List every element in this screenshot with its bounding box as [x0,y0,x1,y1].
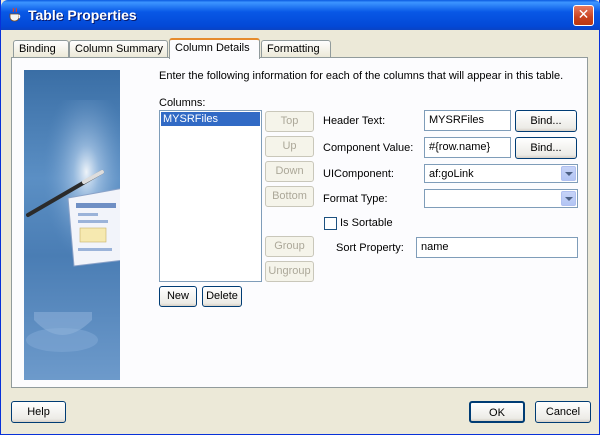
delete-button[interactable]: Delete [202,286,242,307]
cancel-button[interactable]: Cancel [535,401,591,423]
header-bind-button[interactable]: Bind... [515,110,577,132]
close-icon: ✕ [577,7,590,23]
tab-label: Column Summary [75,43,164,55]
ok-button[interactable]: OK [469,401,525,423]
format-type-label: Format Type: [323,193,388,205]
component-value-label: Component Value: [323,142,414,154]
window-title: Table Properties [28,7,137,23]
tab-column-summary[interactable]: Column Summary [69,40,168,57]
list-item[interactable]: MYSRFiles [161,112,260,126]
ui-component-select[interactable]: af:goLink [424,164,578,183]
up-button[interactable]: Up [265,136,314,157]
header-text-label: Header Text: [323,115,386,127]
component-bind-button[interactable]: Bind... [515,137,577,159]
tab-binding[interactable]: Binding [13,40,69,57]
ui-component-value: af:goLink [429,168,474,180]
header-text-field[interactable]: MYSRFiles [424,110,511,131]
tab-label: Formatting [267,43,320,55]
tab-column-details[interactable]: Column Details [169,38,260,59]
columns-label: Columns: [159,97,205,109]
bottom-button[interactable]: Bottom [265,186,314,207]
instructions-text: Enter the following information for each… [159,70,564,82]
columns-label-text: Columns: [159,97,206,109]
close-button[interactable]: ✕ [573,5,594,26]
tab-label: Binding [19,43,56,55]
chevron-down-icon[interactable] [561,166,576,181]
help-button[interactable]: Help [11,401,66,423]
columns-list[interactable]: MYSRFiles [159,110,262,282]
coffee-cup-icon [9,7,21,22]
sort-property-field[interactable]: name [416,237,578,258]
ui-component-label: UIComponent: [323,168,394,180]
table-properties-dialog: Table Properties ✕ Binding Column Summar… [0,0,600,435]
format-type-select[interactable] [424,189,578,208]
is-sortable-label[interactable]: Is Sortable [340,217,393,229]
down-button[interactable]: Down [265,161,314,182]
top-button[interactable]: Top [265,111,314,132]
tab-formatting[interactable]: Formatting [261,40,331,57]
ungroup-button[interactable]: Ungroup [265,261,314,282]
tab-label: Column Details [175,42,250,54]
chevron-down-icon[interactable] [561,191,576,206]
title-bar[interactable]: Table Properties ✕ [1,0,600,30]
is-sortable-checkbox[interactable] [324,217,337,230]
new-button[interactable]: New [159,286,197,307]
sort-property-label: Sort Property: [336,242,404,254]
group-button[interactable]: Group [265,236,314,257]
component-value-field[interactable]: #{row.name} [424,137,511,158]
wizard-illustration [24,70,120,380]
